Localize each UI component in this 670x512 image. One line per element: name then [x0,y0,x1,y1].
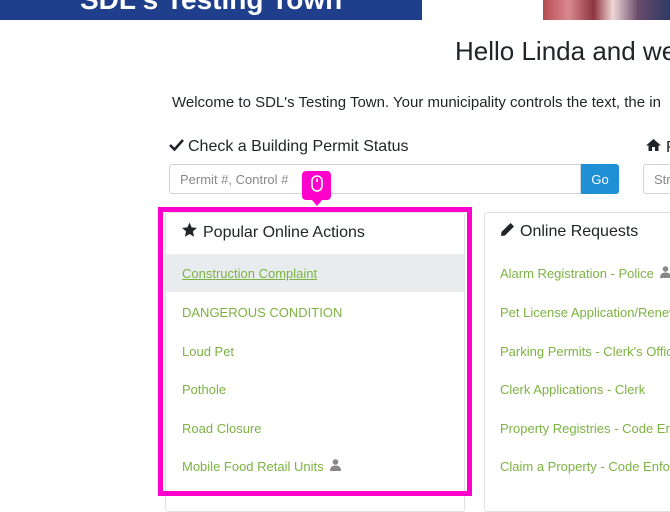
mouse-cursor-badge [302,171,331,206]
banner-title: SDL's Testing Town [80,0,342,16]
list-item-label: Construction Complaint [182,265,318,281]
list-item-construction-complaint[interactable]: Construction Complaint [166,254,464,292]
address-search-input[interactable] [643,164,670,194]
header-banner: SDL's Testing Town [0,0,422,20]
list-item-clerk-applications[interactable]: Clerk Applications - Clerk [485,370,670,408]
list-item-pothole[interactable]: Pothole [166,370,464,408]
list-item-loud-pet[interactable]: Loud Pet [166,332,464,370]
list-item-pet-license[interactable]: Pet License Application/Renew [485,293,670,331]
star-icon [181,222,198,243]
permit-search-input[interactable] [169,164,581,194]
list-item-label: Pothole [182,381,227,397]
popular-actions-title-text: Popular Online Actions [203,223,365,241]
home-icon [645,138,662,157]
welcome-text: Welcome to SDL's Testing Town. Your muni… [172,94,661,111]
list-item-label: Parking Permits - Clerk's Office [500,343,670,359]
list-item-label: Pet License Application/Renew [500,304,670,320]
user-icon [659,265,670,281]
list-item-label: Mobile Food Retail Units [182,458,324,474]
list-item-label: Claim a Property - Code Enforc [500,458,670,474]
list-item-road-closure[interactable]: Road Closure [166,409,464,447]
list-item-label: Clerk Applications - Clerk [500,381,646,397]
permit-status-text: Check a Building Permit Status [188,138,409,155]
online-requests-title-text: Online Requests [520,223,639,240]
banner-photo [543,0,670,20]
list-item-parking-permits[interactable]: Parking Permits - Clerk's Office [485,332,670,370]
list-item-alarm-registration[interactable]: Alarm Registration - Police [485,254,670,292]
address-search-label: F [645,138,670,157]
check-icon [169,138,184,156]
list-item-label: Alarm Registration - Police [500,265,654,281]
page-greeting: Hello Linda and we [455,36,670,66]
list-item-label: Road Closure [182,420,262,436]
list-item-property-registries[interactable]: Property Registries - Code Enfo [485,409,670,447]
list-item-mobile-food-retail-units[interactable]: Mobile Food Retail Units [166,447,464,485]
online-requests-title: Online Requests [500,222,638,242]
permit-status-label: Check a Building Permit Status [169,138,409,156]
list-item-claim-a-property[interactable]: Claim a Property - Code Enforc [485,447,670,485]
go-button[interactable]: Go [581,164,619,194]
popular-actions-title: Popular Online Actions [181,222,365,243]
list-item-label: Loud Pet [182,343,235,359]
list-item-dangerous-condition[interactable]: DANGEROUS CONDITION [166,293,464,331]
mouse-icon [310,174,323,197]
list-item-label: DANGEROUS CONDITION [182,304,343,320]
pencil-icon [500,222,515,242]
address-label-text: F [666,139,670,157]
user-icon [329,458,341,474]
list-item-label: Property Registries - Code Enfo [500,420,670,436]
